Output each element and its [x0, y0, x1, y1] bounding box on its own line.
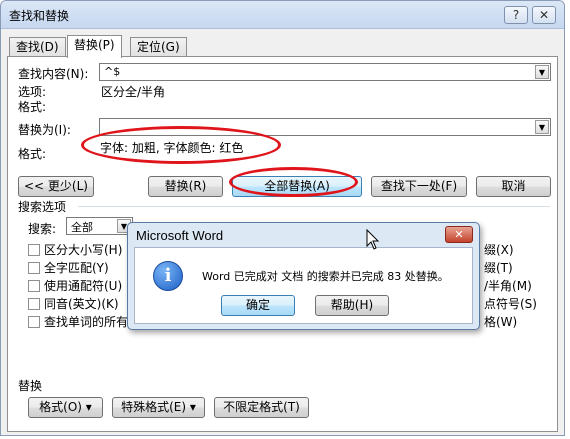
help-message-button[interactable]: 帮助(H): [315, 295, 389, 316]
replace-combobox[interactable]: ▼: [99, 118, 551, 136]
tab-find[interactable]: 查找(D): [9, 37, 66, 57]
message-box-body: i Word 已完成对 文档 的搜索并已完成 83 处替换。 确定 帮助(H): [134, 247, 473, 324]
checkbox-label: 区分大小写(H): [44, 243, 123, 257]
replace-section-title: 替换: [18, 379, 43, 393]
find-label: 查找内容(N):: [18, 67, 89, 81]
find-combobox[interactable]: ^$ ▼: [99, 63, 551, 81]
replace-button[interactable]: 替换(R): [148, 176, 223, 197]
replace-label: 替换为(I):: [18, 123, 71, 137]
checkbox-match-prefix-label[interactable]: 缀(X): [484, 241, 514, 258]
checkbox-label: 查找单词的所有: [44, 315, 129, 329]
replace-dropdown-icon[interactable]: ▼: [535, 120, 549, 134]
replace-all-button[interactable]: 全部替换(A): [232, 176, 362, 197]
no-formatting-button[interactable]: 不限定格式(T): [214, 397, 309, 418]
message-text: Word 已完成对 文档 的搜索并已完成 83 处替换。: [202, 270, 449, 283]
checkbox-match-case[interactable]: 区分大小写(H): [28, 241, 122, 258]
find-next-button[interactable]: 查找下一处(F): [371, 176, 467, 197]
find-options-value: 区分全/半角: [101, 85, 166, 99]
search-options-title: 搜索选项: [18, 200, 67, 214]
checkbox-sounds-like[interactable]: 同音(英文)(K): [28, 295, 119, 312]
mouse-cursor-icon: [366, 229, 380, 250]
checkbox-box[interactable]: [28, 316, 40, 328]
checkbox-box[interactable]: [28, 262, 40, 274]
checkbox-whitespace-label[interactable]: 格(W): [484, 313, 517, 330]
info-icon: i: [153, 261, 183, 291]
checkbox-label: 使用通配符(U): [44, 279, 123, 293]
search-options-divider: [78, 206, 550, 207]
search-direction-label: 搜索:: [28, 222, 57, 236]
search-direction-value: 全部: [71, 221, 93, 234]
checkbox-label: 同音(英文)(K): [44, 297, 119, 311]
cancel-button[interactable]: 取消: [476, 176, 551, 197]
find-replace-dialog: 查找和替换 ? ✕ 查找(D) 替换(P) 定位(G) 查找内容(N): ^$ …: [0, 0, 565, 436]
tab-replace[interactable]: 替换(P): [67, 35, 122, 58]
checkbox-box[interactable]: [28, 244, 40, 256]
checkbox-wildcards[interactable]: 使用通配符(U): [28, 277, 122, 294]
checkbox-box[interactable]: [28, 280, 40, 292]
replace-format-label: 格式:: [18, 147, 47, 161]
checkbox-width-label[interactable]: /半角(M): [484, 277, 532, 294]
search-direction-select[interactable]: 全部 ▼: [66, 217, 133, 235]
less-button[interactable]: << 更少(L): [18, 176, 94, 197]
special-menu-button[interactable]: 特殊格式(E) ▾: [112, 397, 205, 418]
find-format-label: 格式:: [18, 100, 47, 114]
message-box-close-button[interactable]: ✕: [445, 226, 473, 243]
checkbox-match-suffix-label[interactable]: 缀(T): [484, 259, 513, 276]
tab-goto[interactable]: 定位(G): [130, 37, 187, 57]
message-box: Microsoft Word ✕ i Word 已完成对 文档 的搜索并已完成 …: [127, 222, 480, 330]
find-dropdown-icon[interactable]: ▼: [535, 65, 549, 79]
checkbox-label: 全字匹配(Y): [44, 261, 109, 275]
find-input[interactable]: ^$: [104, 65, 120, 78]
format-menu-button[interactable]: 格式(O) ▾: [28, 397, 103, 418]
ok-button[interactable]: 确定: [221, 295, 295, 316]
checkbox-all-word-forms[interactable]: 查找单词的所有: [28, 313, 128, 330]
checkbox-punctuation-label[interactable]: 点符号(S): [484, 295, 537, 312]
checkbox-box[interactable]: [28, 298, 40, 310]
checkbox-whole-word[interactable]: 全字匹配(Y): [28, 259, 109, 276]
close-button[interactable]: ✕: [532, 6, 556, 24]
help-button[interactable]: ?: [504, 6, 528, 24]
window-title: 查找和替换: [9, 9, 70, 23]
replace-format-value: 字体: 加粗, 字体颜色: 红色: [100, 141, 244, 155]
title-bar[interactable]: 查找和替换 ? ✕: [1, 1, 564, 29]
message-box-title: Microsoft Word: [136, 228, 224, 243]
